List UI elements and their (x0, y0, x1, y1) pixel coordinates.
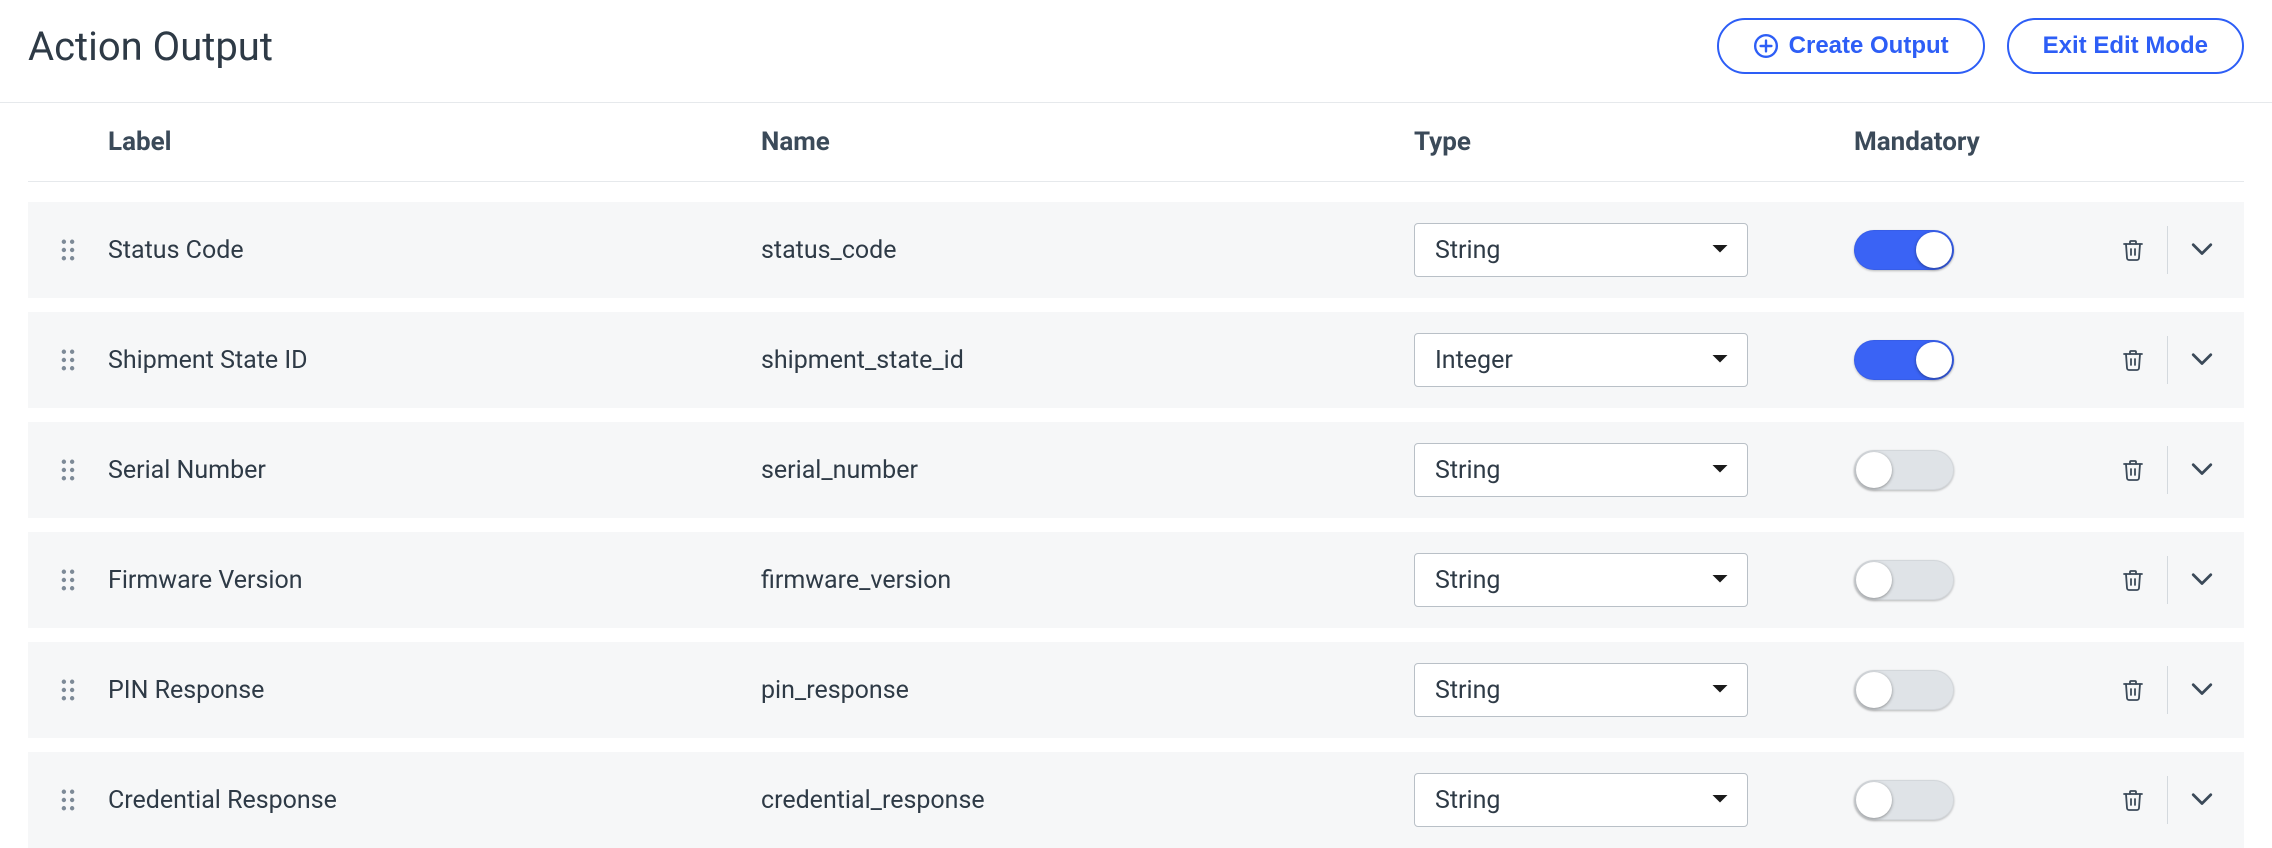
caret-down-icon (1711, 241, 1729, 260)
toggle-knob (1856, 782, 1892, 818)
caret-down-icon (1711, 571, 1729, 590)
column-header-mandatory: Mandatory (1824, 127, 2084, 157)
mandatory-toggle[interactable] (1854, 450, 1954, 490)
output-name: firmware_version (761, 566, 1414, 595)
drag-handle[interactable] (28, 679, 108, 701)
delete-button[interactable] (2099, 772, 2167, 828)
chevron-down-icon (2191, 793, 2213, 807)
drag-icon (61, 349, 75, 371)
toggle-knob (1916, 342, 1952, 378)
output-label: Status Code (108, 236, 761, 265)
type-select-value: String (1435, 786, 1500, 815)
exit-edit-mode-label: Exit Edit Mode (2043, 32, 2208, 60)
table-row: Serial Number serial_number String (28, 422, 2244, 518)
table-row: Shipment State ID shipment_state_id Inte… (28, 312, 2244, 408)
delete-button[interactable] (2099, 222, 2167, 278)
output-name: pin_response (761, 676, 1414, 705)
column-header-name: Name (761, 127, 1414, 157)
type-select[interactable]: String (1414, 223, 1748, 277)
output-label: Credential Response (108, 786, 761, 815)
trash-icon (2121, 237, 2145, 263)
type-select[interactable]: String (1414, 443, 1748, 497)
type-select[interactable]: Integer (1414, 333, 1748, 387)
create-output-label: Create Output (1789, 32, 1949, 60)
drag-handle[interactable] (28, 789, 108, 811)
table-row: PIN Response pin_response String (28, 642, 2244, 738)
page-title: Action Output (28, 23, 273, 70)
output-label: Serial Number (108, 456, 761, 485)
output-label: Shipment State ID (108, 346, 761, 375)
toggle-knob (1856, 672, 1892, 708)
caret-down-icon (1711, 791, 1729, 810)
chevron-down-icon (2191, 243, 2213, 257)
mandatory-toggle[interactable] (1854, 560, 1954, 600)
chevron-down-icon (2191, 353, 2213, 367)
chevron-down-icon (2191, 573, 2213, 587)
chevron-down-icon (2191, 463, 2213, 477)
toggle-knob (1856, 562, 1892, 598)
table-row: Firmware Version firmware_version String (28, 532, 2244, 628)
type-select-value: String (1435, 566, 1500, 595)
mandatory-toggle[interactable] (1854, 780, 1954, 820)
drag-icon (61, 239, 75, 261)
drag-handle[interactable] (28, 569, 108, 591)
delete-button[interactable] (2099, 442, 2167, 498)
mandatory-toggle[interactable] (1854, 230, 1954, 270)
delete-button[interactable] (2099, 332, 2167, 388)
drag-icon (61, 569, 75, 591)
caret-down-icon (1711, 461, 1729, 480)
column-header-type: Type (1414, 127, 1824, 157)
trash-icon (2121, 677, 2145, 703)
drag-handle[interactable] (28, 239, 108, 261)
expand-button[interactable] (2168, 552, 2236, 608)
drag-icon (61, 789, 75, 811)
output-name: status_code (761, 236, 1414, 265)
delete-button[interactable] (2099, 662, 2167, 718)
trash-icon (2121, 787, 2145, 813)
exit-edit-mode-button[interactable]: Exit Edit Mode (2007, 18, 2244, 74)
drag-icon (61, 459, 75, 481)
type-select[interactable]: String (1414, 553, 1748, 607)
output-label: PIN Response (108, 676, 761, 705)
column-header-label: Label (108, 127, 761, 157)
trash-icon (2121, 457, 2145, 483)
plus-circle-icon (1753, 33, 1779, 59)
type-select-value: String (1435, 456, 1500, 485)
expand-button[interactable] (2168, 662, 2236, 718)
caret-down-icon (1711, 351, 1729, 370)
output-name: serial_number (761, 456, 1414, 485)
type-select[interactable]: String (1414, 663, 1748, 717)
expand-button[interactable] (2168, 332, 2236, 388)
output-label: Firmware Version (108, 566, 761, 595)
trash-icon (2121, 567, 2145, 593)
table-header-row: Label Name Type Mandatory (28, 103, 2244, 182)
expand-button[interactable] (2168, 442, 2236, 498)
delete-button[interactable] (2099, 552, 2167, 608)
expand-button[interactable] (2168, 772, 2236, 828)
drag-icon (61, 679, 75, 701)
table-row: Status Code status_code String (28, 202, 2244, 298)
output-name: shipment_state_id (761, 346, 1414, 375)
header-bar: Action Output Create Output Exit Edit Mo… (0, 0, 2272, 103)
type-select-value: String (1435, 236, 1500, 265)
type-select[interactable]: String (1414, 773, 1748, 827)
output-table: Label Name Type Mandatory Status Code st… (0, 103, 2272, 848)
drag-handle[interactable] (28, 459, 108, 481)
trash-icon (2121, 347, 2145, 373)
create-output-button[interactable]: Create Output (1717, 18, 1985, 74)
caret-down-icon (1711, 681, 1729, 700)
drag-handle[interactable] (28, 349, 108, 371)
toggle-knob (1916, 232, 1952, 268)
output-name: credential_response (761, 786, 1414, 815)
mandatory-toggle[interactable] (1854, 340, 1954, 380)
header-actions: Create Output Exit Edit Mode (1717, 18, 2244, 74)
expand-button[interactable] (2168, 222, 2236, 278)
type-select-value: String (1435, 676, 1500, 705)
type-select-value: Integer (1435, 346, 1513, 375)
mandatory-toggle[interactable] (1854, 670, 1954, 710)
toggle-knob (1856, 452, 1892, 488)
chevron-down-icon (2191, 683, 2213, 697)
